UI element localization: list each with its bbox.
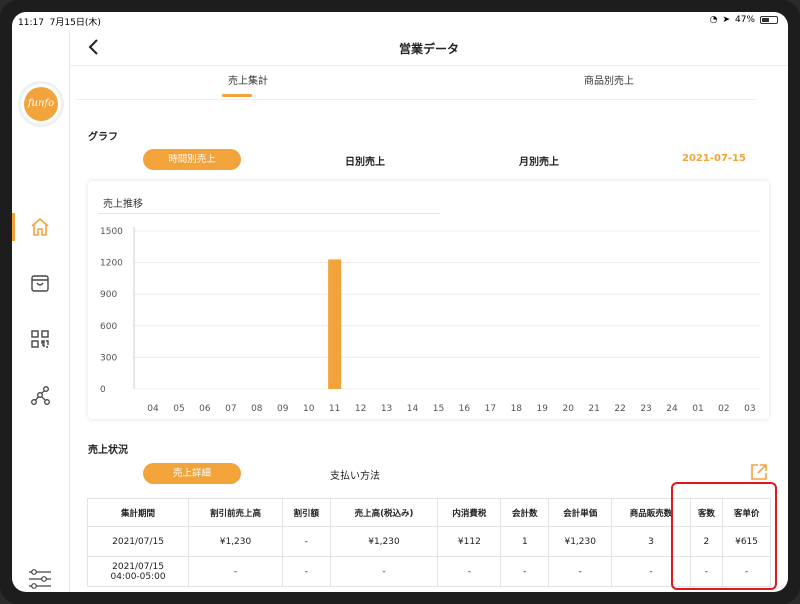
location-icon: ➤	[722, 15, 730, 25]
table-cell: 1	[500, 526, 550, 557]
column-header: 売上高(税込み)	[329, 498, 439, 527]
column-header: 会計数	[500, 498, 550, 527]
sales-bar-chart: 1500 1200 900 600 300 0 04 05 06 07 08 09 10 11 12 13 14…	[100, 227, 760, 414]
x-tick-label: 08	[251, 404, 263, 414]
export-icon[interactable]	[749, 462, 769, 482]
table-cell: ¥1,230	[188, 526, 283, 557]
network-icon[interactable]	[29, 385, 51, 407]
table-cell: 2021/07/15 04:00-05:00	[86, 556, 190, 587]
column-header: 客数	[689, 498, 724, 527]
column-header: 商品販売数	[611, 498, 691, 527]
y-tick-label: 1500	[100, 227, 123, 237]
column-header: 集計期間	[86, 498, 190, 527]
tab-hourly-sales[interactable]: 時間別売上	[143, 149, 241, 170]
page-title: 営業データ	[398, 42, 459, 56]
tab-sales-summary[interactable]: 売上集計	[228, 72, 268, 87]
table-cell: -	[188, 556, 283, 587]
column-header: 割引額	[281, 498, 331, 527]
x-tick-label: 04	[147, 404, 159, 414]
status-time: 11:17 7月15日(木)	[18, 18, 101, 28]
table-cell: -	[548, 556, 613, 587]
shopping-bag-icon[interactable]	[29, 272, 51, 294]
x-tick-label: 10	[303, 404, 315, 414]
sidebar-active-indicator	[12, 213, 15, 241]
home-icon[interactable]	[29, 216, 51, 238]
table-cell: -	[722, 556, 771, 587]
x-tick-label: 05	[173, 404, 184, 414]
y-tick-label: 1200	[100, 259, 123, 269]
x-tick-label: 18	[511, 404, 523, 414]
table-cell: ¥112	[437, 526, 502, 557]
y-tick-label: 900	[100, 290, 117, 300]
x-tick-label: 20	[562, 404, 574, 414]
x-tick-label: 02	[718, 404, 729, 414]
table-cell: 2	[689, 526, 724, 557]
table-cell: -	[611, 556, 691, 587]
table-cell: -	[281, 526, 331, 557]
status-indicators: ◔ ➤ 47%	[710, 15, 778, 25]
column-header: 割引前売上高	[188, 498, 283, 527]
graph-section-title: グラフ	[88, 132, 118, 143]
tab-product-sales[interactable]: 商品別売上	[584, 72, 634, 87]
y-tick-label: 0	[100, 385, 106, 395]
tab-daily-sales[interactable]: 日別売上	[345, 153, 385, 168]
battery-percent: 47%	[734, 15, 755, 25]
x-tick-label: 01	[692, 404, 703, 414]
table-header-row: 集計期間 割引前売上高 割引額 売上高(税込み) 内消費税 会計数 会計単価 商品販売数 客数客…	[86, 498, 771, 527]
x-tick-label: 22	[614, 404, 625, 414]
status-bar: 11:17 7月15日(木) ◔ ➤ 47%	[12, 12, 788, 30]
x-tick-label: 12	[355, 404, 366, 414]
tab-payment-method[interactable]: 支払い方法	[330, 467, 380, 482]
active-tab-underline	[222, 94, 252, 97]
table-row: 2021/07/15 04:00-05:00- - - - - - - - -	[86, 556, 771, 587]
y-tick-label: 300	[100, 353, 117, 363]
tab-monthly-sales[interactable]: 月別売上	[519, 153, 559, 168]
column-header: 客单价	[722, 498, 771, 527]
x-tick-label: 09	[277, 404, 289, 414]
settings-sliders-icon[interactable]	[27, 568, 53, 590]
x-tick-label: 13	[381, 404, 392, 414]
top-tabs: 売上集計 商品別売上	[76, 60, 756, 100]
x-tick-label: 15	[433, 404, 444, 414]
date-selector[interactable]: 2021-07-15	[682, 153, 746, 164]
table-cell: -	[500, 556, 550, 587]
battery-icon	[760, 16, 778, 24]
x-tick-label: 11	[329, 404, 340, 414]
qr-code-icon[interactable]	[29, 328, 51, 350]
tablet-frame: 11:17 7月15日(木) ◔ ➤ 47% funfo 営業データ 売上集計 …	[0, 0, 800, 604]
x-tick-label: 19	[537, 404, 549, 414]
table-cell: ¥1,230	[548, 526, 613, 557]
x-tick-label: 14	[407, 404, 419, 414]
x-tick-label: 23	[640, 404, 651, 414]
chart-bar	[328, 259, 342, 389]
table-row: 2021/07/15 ¥1,230- ¥1,230 ¥112 1 ¥1,230 3 2 ¥615	[86, 526, 771, 557]
table-cell: 3	[611, 526, 691, 557]
table-cell: ¥1,230	[329, 526, 439, 557]
sales-section-title: 売上状況	[88, 445, 128, 456]
tab-sales-detail[interactable]: 売上詳細	[143, 463, 241, 484]
x-tick-label: 03	[744, 404, 755, 414]
table-cell: -	[689, 556, 724, 587]
table-cell: -	[437, 556, 502, 587]
column-header: 内消費税	[437, 498, 502, 527]
table-cell: -	[281, 556, 331, 587]
x-tick-label: 17	[485, 404, 496, 414]
x-tick-label: 21	[588, 404, 599, 414]
x-tick-label: 24	[666, 404, 678, 414]
table-cell: 2021/07/15	[86, 526, 190, 557]
sidebar: funfo	[12, 30, 70, 592]
x-tick-label: 07	[225, 404, 236, 414]
logo-text: funfo	[24, 87, 58, 121]
wifi-icon: ◔	[709, 15, 718, 25]
app-logo: funfo	[19, 82, 63, 126]
x-tick-label: 06	[199, 404, 211, 414]
column-header: 会計単価	[548, 498, 613, 527]
chart-card: 売上推移 1500 1200 900 600 300 0 04 05 06 07 08 09 10 11 1…	[88, 181, 769, 419]
y-tick-label: 600	[100, 322, 117, 332]
sales-table: 集計期間 割引前売上高 割引額 売上高(税込み) 内消費税 会計数 会計単価 商品販売数 客数客…	[86, 498, 771, 587]
table-cell: -	[329, 556, 439, 587]
x-tick-label: 16	[459, 404, 471, 414]
table-cell: ¥615	[722, 526, 771, 557]
